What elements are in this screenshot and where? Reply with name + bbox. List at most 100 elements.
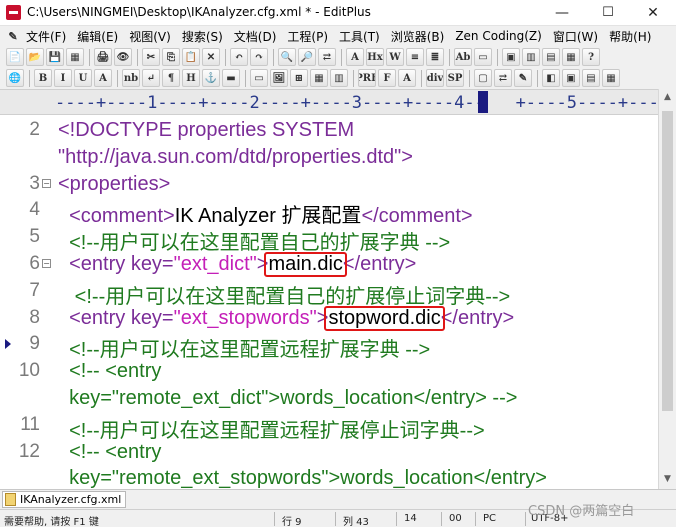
toolbar-button-icon[interactable]: ⎘ bbox=[162, 48, 180, 66]
toolbar-button-icon[interactable]: 💾 bbox=[46, 48, 64, 66]
toolbar-button-icon[interactable]: ▥ bbox=[330, 69, 348, 87]
toolbar-button-icon[interactable]: ▤ bbox=[582, 69, 600, 87]
toolbar-button-icon[interactable]: ↶ bbox=[230, 48, 248, 66]
toolbar-separator bbox=[537, 69, 538, 87]
toolbar-button-icon[interactable]: ◧ bbox=[542, 69, 560, 87]
toolbar-button-icon[interactable]: A bbox=[398, 69, 416, 87]
toolbar-button-icon[interactable]: ▢ bbox=[474, 69, 492, 87]
toolbar-button-icon[interactable]: 🖼 bbox=[270, 69, 288, 87]
editplus-app-icon bbox=[6, 5, 21, 20]
toolbar-separator bbox=[89, 48, 90, 66]
html-toolbar: 🌐BIUAnb↵¶H⚓▬▭🖼⊞▦▥PREFAdivSP▢⇄✎◧▣▤▦ bbox=[0, 67, 676, 89]
code-line[interactable]: 5 <!--用户可以在这里配置自己的扩展字典 --> bbox=[0, 226, 658, 254]
maximize-button[interactable]: ☐ bbox=[585, 0, 631, 26]
toolbar-button-icon[interactable]: div bbox=[426, 69, 444, 87]
toolbar-button-icon[interactable]: ⇄ bbox=[494, 69, 512, 87]
code-line[interactable]: key="remote_ext_dict">words_location</en… bbox=[0, 387, 658, 414]
document-tab[interactable]: IKAnalyzer.cfg.xml bbox=[2, 491, 127, 508]
toolbar-button-icon[interactable]: ↷ bbox=[250, 48, 268, 66]
toolbar-button-icon[interactable]: ▥ bbox=[522, 48, 540, 66]
toolbar-button-icon[interactable]: ✕ bbox=[202, 48, 220, 66]
toolbar-button-icon[interactable]: 🔎 bbox=[298, 48, 316, 66]
toolbar-button-icon[interactable]: 📋 bbox=[182, 48, 200, 66]
code-line[interactable]: 11 <!--用户可以在这里配置远程扩展停止词字典--> bbox=[0, 414, 658, 442]
toolbar-button-icon[interactable]: ▦ bbox=[562, 48, 580, 66]
code-token: <!--用户可以在这里配置自己的扩展停止词字典--> bbox=[58, 285, 511, 308]
code-line[interactable]: 9 <!--用户可以在这里配置远程扩展字典 --> bbox=[0, 333, 658, 361]
toolbar-button-icon[interactable]: W bbox=[386, 48, 404, 66]
toolbar-button-icon[interactable]: ▭ bbox=[474, 48, 492, 66]
toolbar-separator bbox=[421, 69, 422, 87]
toolbar-button-icon[interactable]: ✂ bbox=[142, 48, 160, 66]
code-line[interactable]: "http://java.sun.com/dtd/properties.dtd"… bbox=[0, 146, 658, 173]
scroll-down-arrow-icon[interactable]: ▼ bbox=[659, 471, 676, 488]
toolbar-button-icon[interactable]: 🌐 bbox=[6, 69, 24, 87]
close-button[interactable]: ✕ bbox=[630, 0, 676, 26]
code-line[interactable]: 6− <entry key="ext_dict">main.dic </entry… bbox=[0, 252, 658, 280]
toolbar-button-icon[interactable]: ▣ bbox=[562, 69, 580, 87]
menu-item[interactable]: 帮助(H) bbox=[609, 28, 651, 45]
toolbar-button-icon[interactable]: ⚓ bbox=[202, 69, 220, 87]
toolbar-button-icon[interactable]: B bbox=[34, 69, 52, 87]
toolbar-button-icon[interactable]: ▦ bbox=[66, 48, 84, 66]
fold-toggle-icon[interactable]: − bbox=[42, 259, 51, 268]
code-line[interactable]: 12 <!-- <entry bbox=[0, 441, 658, 468]
toolbar-button-icon[interactable]: nb bbox=[122, 69, 140, 87]
toolbar-button-icon[interactable]: U bbox=[74, 69, 92, 87]
scrollbar-thumb[interactable] bbox=[662, 111, 673, 411]
toolbar-button-icon[interactable]: H bbox=[182, 69, 200, 87]
toolbar-button-icon[interactable]: I bbox=[54, 69, 72, 87]
toolbar-button-icon[interactable]: ↵ bbox=[142, 69, 160, 87]
toolbar-button-icon[interactable]: ? bbox=[582, 48, 600, 66]
code-line[interactable]: key="remote_ext_stopwords">words_locatio… bbox=[0, 467, 658, 489]
annotation-highlight-box bbox=[264, 252, 348, 277]
toolbar-button-icon[interactable]: Ab bbox=[454, 48, 472, 66]
menu-item[interactable]: Zen Coding(Z) bbox=[455, 29, 542, 43]
minimize-button[interactable]: — bbox=[539, 0, 585, 26]
menu-item[interactable]: 窗口(W) bbox=[553, 28, 598, 45]
fold-toggle-icon[interactable]: − bbox=[42, 178, 51, 188]
toolbar-button-icon[interactable]: ≣ bbox=[426, 48, 444, 66]
toolbar-button-icon[interactable]: ⇄ bbox=[318, 48, 336, 66]
toolbar-button-icon[interactable]: SP bbox=[446, 69, 464, 87]
toolbar-button-icon[interactable]: ⊞ bbox=[290, 69, 308, 87]
toolbar-button-icon[interactable]: 🔍 bbox=[278, 48, 296, 66]
toolbar-button-icon[interactable]: ▦ bbox=[310, 69, 328, 87]
code-line[interactable]: 3− <properties> bbox=[0, 173, 658, 200]
toolbar-button-icon[interactable]: F bbox=[378, 69, 396, 87]
toolbar-button-icon[interactable]: 📂 bbox=[26, 48, 44, 66]
toolbar-button-icon[interactable]: 🖨 bbox=[94, 48, 112, 66]
toolbar-button-icon[interactable]: ≡ bbox=[406, 48, 424, 66]
toolbar-button-icon[interactable]: 👁 bbox=[114, 48, 132, 66]
code-line[interactable]: 4 <comment>IK Analyzer 扩展配置</comment> bbox=[0, 199, 658, 227]
menu-item[interactable]: 视图(V) bbox=[129, 28, 171, 45]
menu-item[interactable]: 文档(D) bbox=[234, 28, 277, 45]
toolbar-button-icon[interactable]: ▣ bbox=[502, 48, 520, 66]
toolbar-button-icon[interactable]: 📄 bbox=[6, 48, 24, 66]
vertical-scrollbar[interactable]: ▲ ▼ bbox=[658, 89, 676, 489]
code-token: </entry> bbox=[342, 253, 417, 275]
toolbar-button-icon[interactable]: PRE bbox=[358, 69, 376, 87]
toolbar-button-icon[interactable]: A bbox=[94, 69, 112, 87]
menu-item[interactable]: 搜索(S) bbox=[182, 28, 223, 45]
code-line[interactable]: 8 <entry key="ext_stopwords">stopword.di… bbox=[0, 305, 658, 334]
menu-item[interactable]: 浏览器(B) bbox=[391, 28, 445, 45]
toolbar-button-icon[interactable]: ▬ bbox=[222, 69, 240, 87]
scroll-up-arrow-icon[interactable]: ▲ bbox=[659, 89, 676, 106]
toolbar-button-icon[interactable]: ¶ bbox=[162, 69, 180, 87]
code-text: key="remote_ext_dict">words_location</en… bbox=[58, 387, 517, 410]
toolbar-button-icon[interactable]: A bbox=[346, 48, 364, 66]
code-line[interactable]: 2 <!DOCTYPE properties SYSTEM bbox=[0, 119, 658, 146]
code-line[interactable]: 7 <!--用户可以在这里配置自己的扩展停止词字典--> bbox=[0, 280, 658, 308]
code-line[interactable]: 10 <!-- <entry bbox=[0, 360, 658, 387]
toolbar-button-icon[interactable]: Hx bbox=[366, 48, 384, 66]
toolbar-button-icon[interactable]: ▭ bbox=[250, 69, 268, 87]
menu-item[interactable]: 文件(F) bbox=[26, 28, 66, 45]
menu-item[interactable]: 工程(P) bbox=[287, 28, 328, 45]
code-editor[interactable]: 2 <!DOCTYPE properties SYSTEM "http://java… bbox=[0, 115, 658, 489]
toolbar-button-icon[interactable]: ✎ bbox=[514, 69, 532, 87]
toolbar-button-icon[interactable]: ▦ bbox=[602, 69, 620, 87]
menu-item[interactable]: 编辑(E) bbox=[77, 28, 118, 45]
toolbar-button-icon[interactable]: ▤ bbox=[542, 48, 560, 66]
menu-item[interactable]: 工具(T) bbox=[339, 28, 380, 45]
